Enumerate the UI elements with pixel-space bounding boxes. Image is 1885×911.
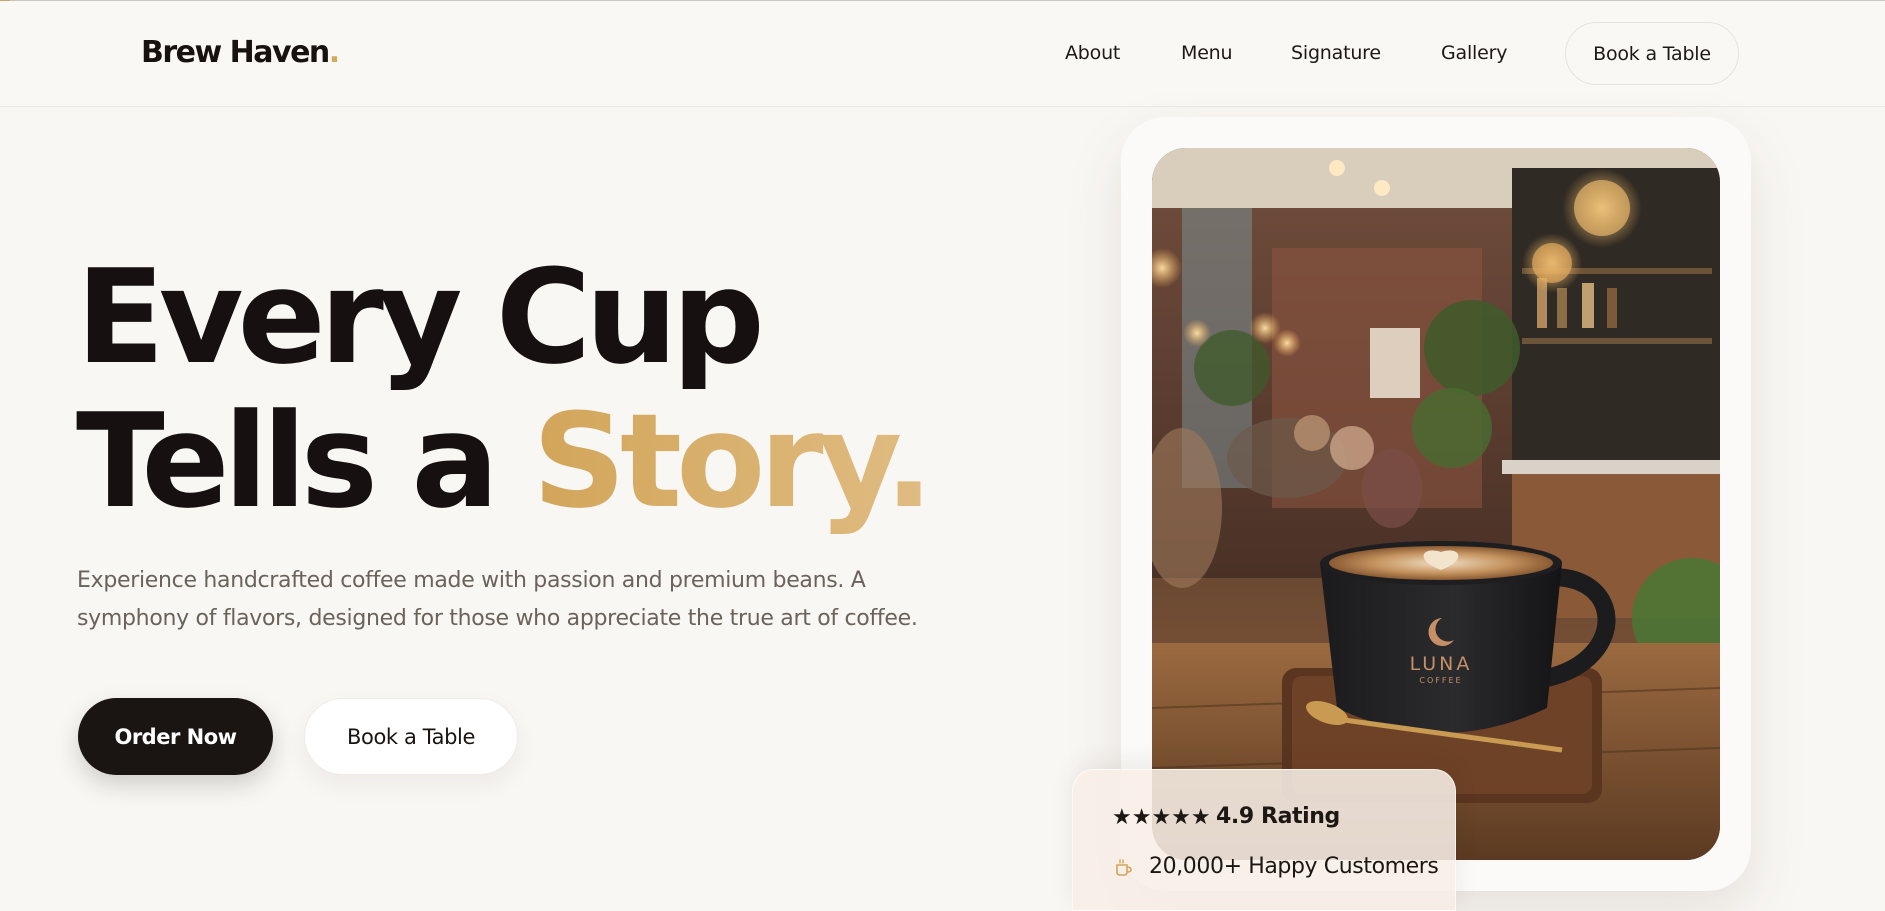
book-table-button[interactable]: Book a Table: [304, 698, 518, 775]
coffee-cup-icon: [1116, 859, 1132, 876]
hero-headline-accent: Story.: [532, 385, 933, 537]
nav-link-gallery[interactable]: Gallery: [1441, 42, 1507, 64]
order-now-button[interactable]: Order Now: [78, 698, 273, 775]
rating-value: 4.9 Rating: [1216, 804, 1340, 829]
customers-count: 20,000+ Happy Customers: [1149, 854, 1439, 879]
nav-link-about[interactable]: About: [1065, 42, 1120, 64]
brand-dot: .: [328, 35, 340, 70]
rating-card: ★★★★★ 4.9 Rating 20,000+ Happy Customers: [1072, 769, 1456, 911]
hero-headline-prefix: Tells a: [76, 385, 533, 537]
cafe-illustration: LUNA COFFEE: [1152, 148, 1720, 860]
brand-name: Brew Haven: [141, 35, 330, 70]
hero-description: Experience handcrafted coffee made with …: [77, 568, 918, 631]
cup-sub-text: COFFEE: [1419, 676, 1462, 685]
brand-logo[interactable]: Brew Haven.: [141, 35, 340, 70]
hero-headline-line-2: Tells a Story.: [76, 396, 934, 526]
nav-link-signature[interactable]: Signature: [1291, 42, 1381, 64]
star-icon: ★★★★★: [1112, 805, 1211, 830]
nav-book-table-button[interactable]: Book a Table: [1565, 22, 1739, 85]
nav-link-menu[interactable]: Menu: [1181, 42, 1233, 64]
hero-headline-line-1: Every Cup: [76, 241, 765, 393]
navigation-bar: Brew Haven. About Menu Signature Gallery…: [0, 1, 1885, 107]
cup-brand-text: LUNA: [1410, 653, 1473, 675]
cafe-coffee-photo: LUNA COFFEE: [1152, 148, 1720, 860]
